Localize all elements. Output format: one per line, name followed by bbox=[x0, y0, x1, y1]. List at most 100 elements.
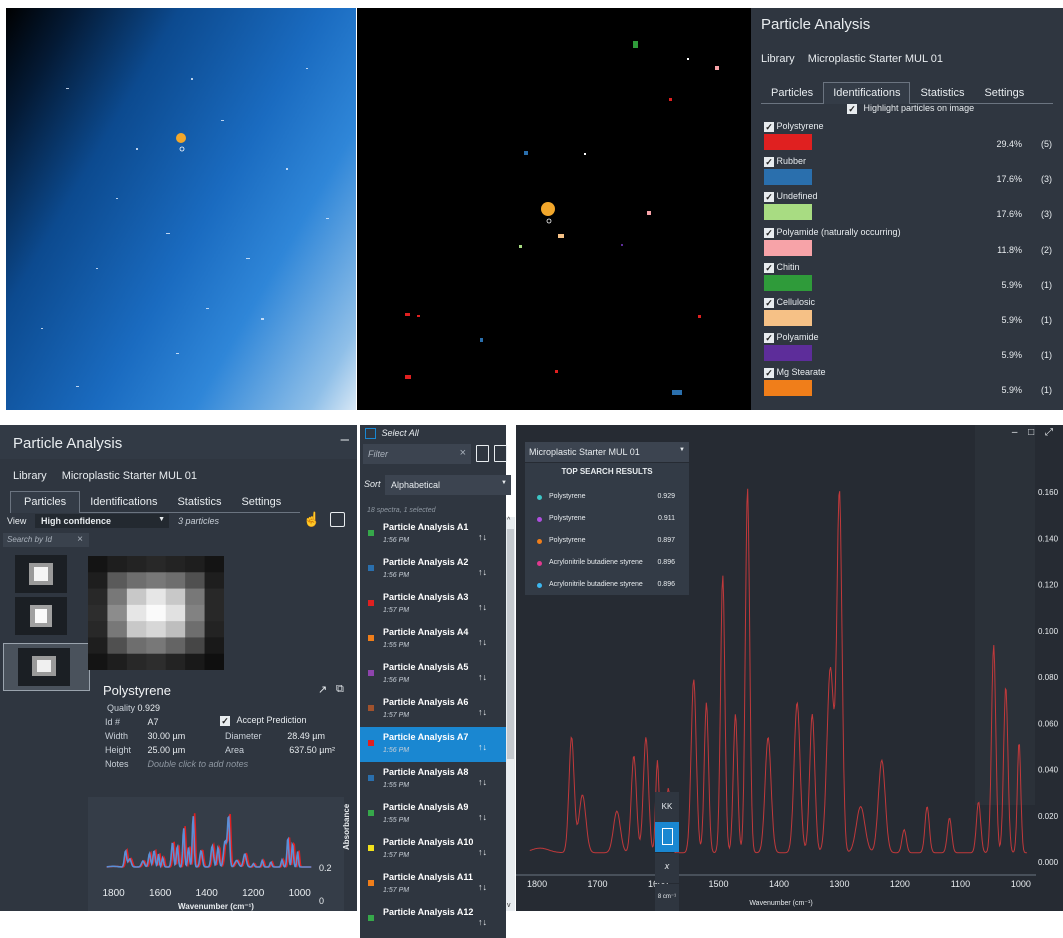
sort-dropdown[interactable]: Alphabetical ▼ bbox=[385, 475, 511, 495]
tab-statistics[interactable]: Statistics bbox=[910, 82, 974, 104]
resolution-button[interactable]: 8 cm⁻¹ bbox=[655, 884, 679, 911]
accept-prediction-checkbox[interactable]: ✓ bbox=[220, 715, 230, 726]
spectra-list-item[interactable]: Particle Analysis A2 1:56 PM ↑↓ bbox=[360, 552, 506, 588]
sort-arrows-icon[interactable]: ↑↓ bbox=[478, 672, 487, 682]
item-time: 1:56 PM bbox=[383, 747, 410, 754]
tab-particles[interactable]: Particles bbox=[10, 491, 81, 513]
spectrum-chart[interactable]: 1800170016001500140013001200110010000.16… bbox=[516, 425, 1063, 911]
chevron-down-icon: ▼ bbox=[501, 480, 507, 486]
clear-search-icon[interactable]: × bbox=[77, 534, 83, 545]
popout-icon[interactable]: ⧉ bbox=[336, 683, 344, 696]
notes-label: Notes bbox=[105, 759, 129, 769]
spectra-list-item[interactable]: Particle Analysis A9 1:55 PM ↑↓ bbox=[360, 797, 506, 833]
height-value: 25.00 µm bbox=[147, 745, 186, 755]
spectra-list-item[interactable]: Particle Analysis A5 1:56 PM ↑↓ bbox=[360, 657, 506, 693]
spectra-list-item[interactable]: Particle Analysis A10 1:57 PM ↑↓ bbox=[360, 832, 506, 868]
particle-thumbnail-2[interactable] bbox=[15, 597, 67, 635]
legend-item-toggle[interactable]: ✓ Mg Stearate bbox=[764, 367, 826, 378]
add-notebook-icon[interactable] bbox=[494, 445, 507, 462]
legend-percent: 5.9% bbox=[1001, 350, 1022, 360]
minimize-button[interactable]: – bbox=[341, 431, 349, 448]
legend-checkbox[interactable]: ✓ bbox=[764, 297, 774, 308]
legend-item-toggle[interactable]: ✓ Polyamide bbox=[764, 332, 819, 343]
sort-arrows-icon[interactable]: ↑↓ bbox=[478, 812, 487, 822]
sort-arrows-icon[interactable]: ↑↓ bbox=[478, 637, 487, 647]
legend-item-toggle[interactable]: ✓ Chitin bbox=[764, 262, 800, 273]
legend-item-toggle[interactable]: ✓ Polyamide (naturally occurring) bbox=[764, 227, 901, 238]
select-all-checkbox[interactable] bbox=[365, 428, 376, 440]
spectra-list-item[interactable]: Particle Analysis A4 1:55 PM ↑↓ bbox=[360, 622, 506, 658]
legend-label: Chitin bbox=[776, 262, 800, 272]
legend-checkbox[interactable]: ✓ bbox=[764, 227, 774, 238]
notebook-icon[interactable] bbox=[476, 445, 489, 462]
expand-icon[interactable]: ↗ bbox=[318, 683, 327, 696]
highlight-toggle[interactable]: ✓ Highlight particles on image bbox=[847, 103, 974, 114]
sort-arrows-icon[interactable]: ↑↓ bbox=[478, 742, 487, 752]
sort-arrows-icon[interactable]: ↑↓ bbox=[478, 847, 487, 857]
sort-arrows-icon[interactable]: ↑↓ bbox=[478, 532, 487, 542]
select-all-row[interactable]: Select All bbox=[365, 428, 419, 440]
hand-pointer-icon[interactable]: ☝ bbox=[303, 511, 320, 528]
legend-checkbox[interactable]: ✓ bbox=[764, 262, 774, 273]
legend-percent: 17.6% bbox=[996, 209, 1022, 219]
spectra-list-item[interactable]: Particle Analysis A7 1:56 PM ↑↓ bbox=[360, 727, 506, 763]
view-dropdown[interactable]: High confidence ▼ bbox=[35, 514, 169, 528]
sort-arrows-icon[interactable]: ↑↓ bbox=[478, 602, 487, 612]
item-time: 1:55 PM bbox=[383, 782, 410, 789]
spectra-list-item[interactable]: Particle Analysis A6 1:57 PM ↑↓ bbox=[360, 692, 506, 728]
tab-settings[interactable]: Settings bbox=[231, 491, 291, 513]
spectra-list-item[interactable]: Particle Analysis A11 1:57 PM ↑↓ bbox=[360, 867, 506, 903]
tab-identifications[interactable]: Identifications bbox=[80, 491, 167, 513]
item-time: 1:55 PM bbox=[383, 817, 410, 824]
mini-x-tick-label: 1400 bbox=[196, 888, 219, 899]
spectra-list-item[interactable]: Particle Analysis A8 1:55 PM ↑↓ bbox=[360, 762, 506, 798]
particle-thumbnail-3-selected[interactable] bbox=[3, 643, 90, 691]
tab-settings[interactable]: Settings bbox=[974, 82, 1034, 104]
color-swatch bbox=[368, 565, 374, 571]
legend-item-toggle[interactable]: ✓ Polystyrene bbox=[764, 121, 824, 132]
legend-checkbox[interactable]: ✓ bbox=[764, 156, 774, 167]
selected-particle-marker[interactable] bbox=[541, 202, 555, 216]
kk-button[interactable]: KK bbox=[655, 792, 679, 822]
list-scrollbar[interactable]: ^ v bbox=[506, 517, 515, 911]
legend-checkbox[interactable]: ✓ bbox=[764, 367, 774, 378]
spectra-list-item[interactable]: Particle Analysis A3 1:57 PM ↑↓ bbox=[360, 587, 506, 623]
scroll-down-icon[interactable]: v bbox=[507, 902, 511, 909]
tab-statistics[interactable]: Statistics bbox=[167, 491, 231, 513]
legend-item-toggle[interactable]: ✓ Rubber bbox=[764, 156, 806, 167]
legend-item-toggle[interactable]: ✓ Cellulosic bbox=[764, 297, 815, 308]
item-name: Particle Analysis A7 bbox=[383, 732, 469, 742]
x-tool-button[interactable]: x bbox=[655, 853, 679, 883]
particle-a7-marker[interactable] bbox=[176, 133, 186, 143]
x-tick-label: 1700 bbox=[588, 879, 608, 889]
legend-checkbox[interactable]: ✓ bbox=[764, 121, 774, 132]
search-input[interactable]: Search by Id × bbox=[3, 533, 89, 547]
sort-arrows-icon[interactable]: ↑↓ bbox=[478, 707, 487, 717]
scrollbar-thumb[interactable] bbox=[507, 529, 514, 759]
tab-identifications[interactable]: Identifications bbox=[823, 82, 911, 104]
item-name: Particle Analysis A6 bbox=[383, 697, 469, 707]
y-tick-label: 0.160 bbox=[1038, 488, 1059, 497]
sort-arrows-icon[interactable]: ↑↓ bbox=[478, 882, 487, 892]
legend-checkbox[interactable]: ✓ bbox=[764, 191, 774, 202]
spectra-list-item[interactable]: Particle Analysis A1 1:56 PM ↑↓ bbox=[360, 517, 506, 553]
mini-y-tick-label: 0.2 bbox=[319, 863, 332, 873]
spectra-list-item[interactable]: Particle Analysis A12 ↑↓ bbox=[360, 902, 506, 938]
filter-input[interactable]: Filter × bbox=[363, 444, 471, 464]
sort-arrows-icon[interactable]: ↑↓ bbox=[478, 777, 487, 787]
sort-arrows-icon[interactable]: ↑↓ bbox=[478, 567, 487, 577]
legend-item-toggle[interactable]: ✓ Undefined bbox=[764, 191, 818, 202]
accept-prediction-toggle[interactable]: ✓ Accept Prediction bbox=[220, 715, 307, 726]
baseline-tool-button[interactable] bbox=[655, 822, 679, 852]
particle-thumbnail-1[interactable] bbox=[15, 555, 67, 593]
sort-arrows-icon[interactable]: ↑↓ bbox=[478, 917, 487, 927]
clear-filter-icon[interactable]: × bbox=[460, 447, 466, 459]
highlight-checkbox[interactable]: ✓ bbox=[847, 103, 857, 114]
save-icon[interactable] bbox=[330, 512, 345, 527]
legend-checkbox[interactable]: ✓ bbox=[764, 332, 774, 343]
notes-field[interactable]: Double click to add notes bbox=[148, 759, 249, 769]
scroll-up-icon[interactable]: ^ bbox=[507, 517, 510, 524]
tab-particles[interactable]: Particles bbox=[761, 82, 823, 104]
item-time: 1:56 PM bbox=[383, 677, 410, 684]
legend-count: (1) bbox=[1041, 350, 1052, 360]
